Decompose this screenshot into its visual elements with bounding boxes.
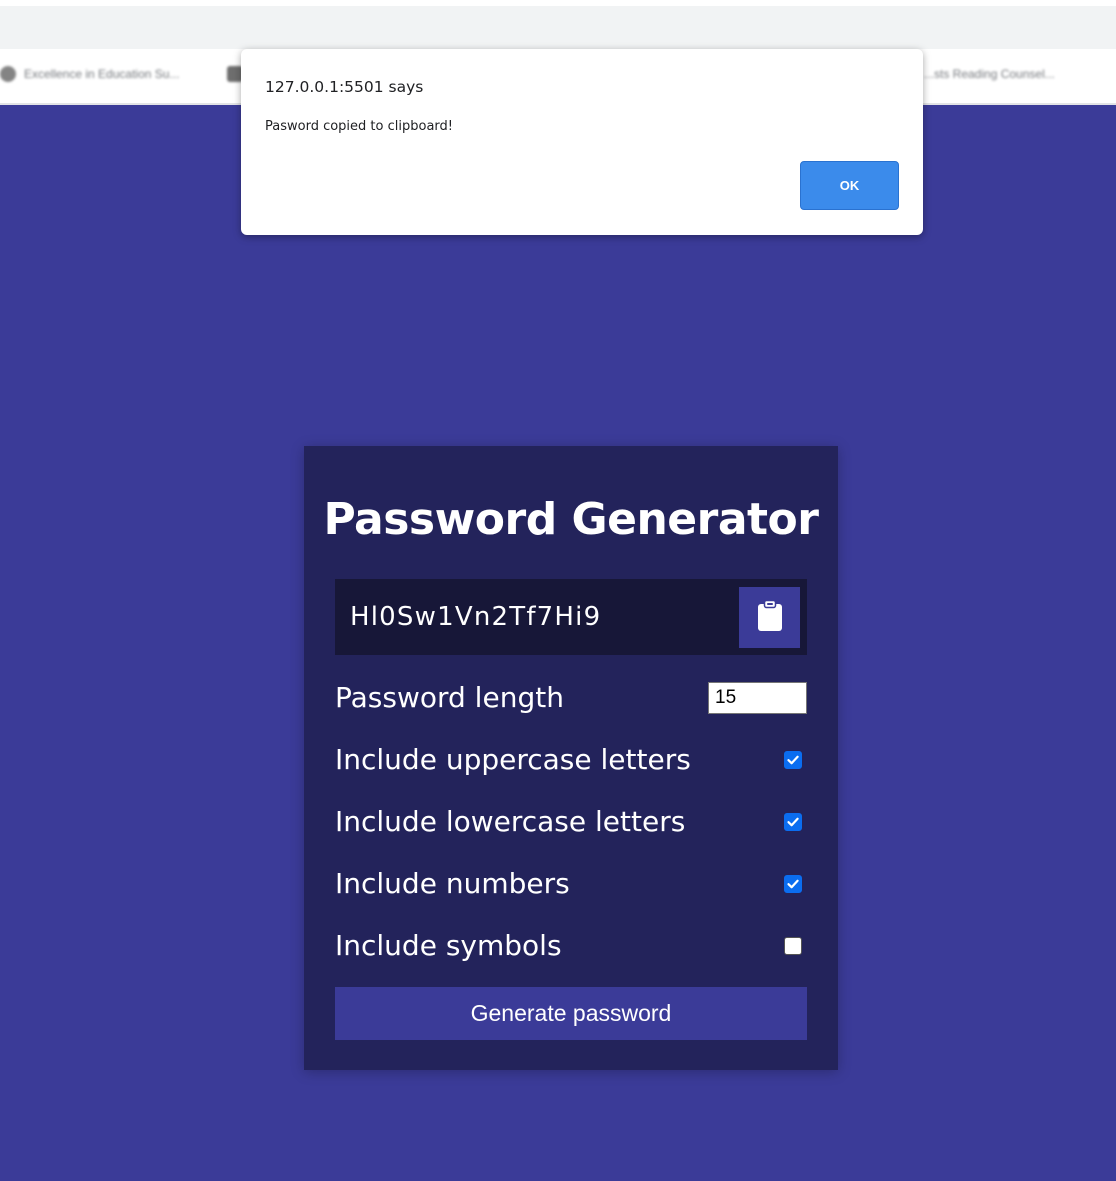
alert-dialog: 127.0.0.1:5501 says Pasword copied to cl… bbox=[241, 49, 923, 235]
length-input[interactable]: 15 bbox=[708, 682, 807, 714]
generate-password-button[interactable]: Generate password bbox=[335, 987, 807, 1040]
bookmark-label: Excellence in Education Su... bbox=[24, 67, 180, 81]
lowercase-label: Include lowercase letters bbox=[335, 805, 686, 838]
ok-button[interactable]: OK bbox=[800, 161, 899, 210]
numbers-checkbox[interactable] bbox=[784, 875, 802, 893]
lowercase-checkbox[interactable] bbox=[784, 813, 802, 831]
length-label: Password length bbox=[335, 681, 564, 714]
globe-icon bbox=[0, 66, 16, 82]
setting-numbers: Include numbers bbox=[335, 864, 807, 904]
alert-message: Pasword copied to clipboard! bbox=[265, 119, 453, 134]
password-result-box: Hl0Sw1Vn2Tf7Hi9 bbox=[335, 579, 807, 655]
password-result: Hl0Sw1Vn2Tf7Hi9 bbox=[350, 602, 602, 632]
copy-to-clipboard-button[interactable] bbox=[739, 587, 800, 648]
clipboard-icon bbox=[757, 599, 783, 636]
password-generator-card: Password Generator Hl0Sw1Vn2Tf7Hi9 Passw… bbox=[304, 446, 838, 1070]
uppercase-label: Include uppercase letters bbox=[335, 743, 691, 776]
alert-origin: 127.0.0.1:5501 says bbox=[265, 78, 424, 96]
uppercase-checkbox[interactable] bbox=[784, 751, 802, 769]
bookmark-item-1[interactable]: Excellence in Education Su... bbox=[0, 61, 179, 87]
symbols-label: Include symbols bbox=[335, 929, 562, 962]
browser-tab-strip bbox=[0, 6, 1116, 49]
setting-symbols: Include symbols bbox=[335, 926, 807, 966]
setting-uppercase: Include uppercase letters bbox=[335, 740, 807, 780]
symbols-checkbox[interactable] bbox=[784, 937, 802, 955]
numbers-label: Include numbers bbox=[335, 867, 570, 900]
setting-lowercase: Include lowercase letters bbox=[335, 802, 807, 842]
bookmark-label: ...sts Reading Counsel... bbox=[924, 67, 1055, 81]
page-title: Password Generator bbox=[323, 494, 819, 545]
bookmark-item-3[interactable]: ...sts Reading Counsel... bbox=[924, 61, 1055, 87]
setting-length: Password length 15 bbox=[335, 678, 807, 718]
